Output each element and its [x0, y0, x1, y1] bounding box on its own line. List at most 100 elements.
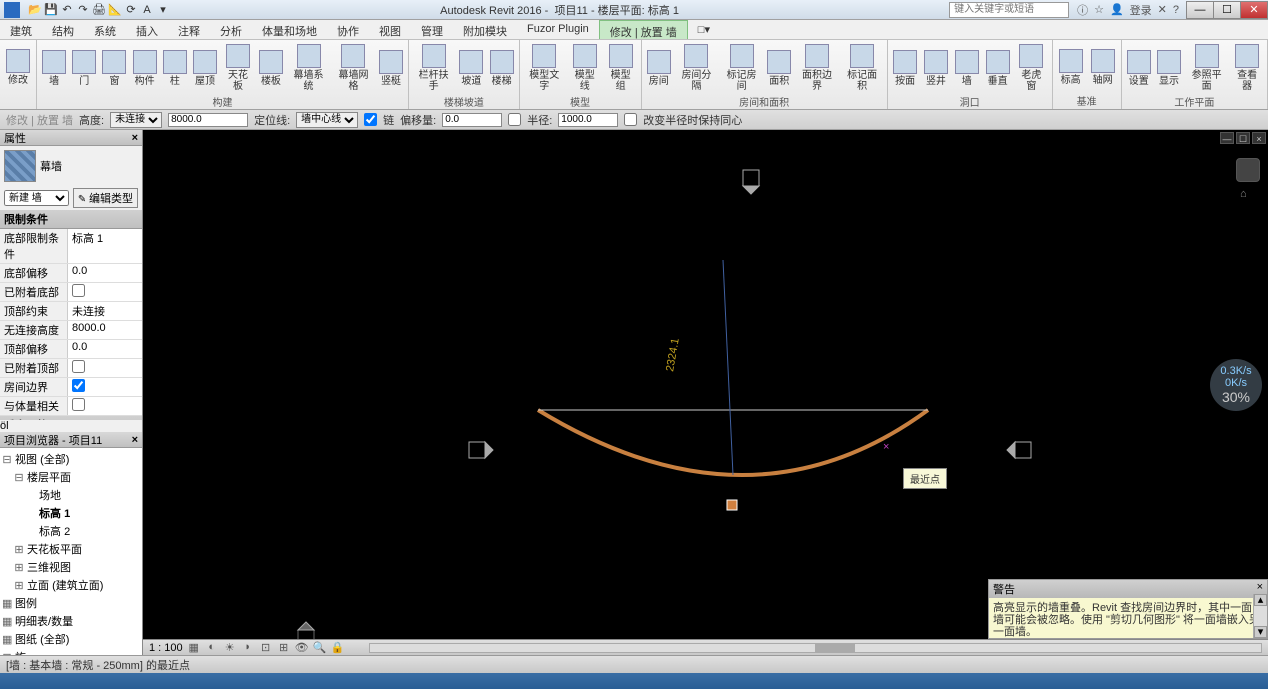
tree-node[interactable]: 标高 1 [2, 504, 140, 522]
ribbon-button[interactable]: 面积 [766, 48, 792, 89]
property-group[interactable]: 限制条件 [0, 210, 142, 229]
ribbon-button[interactable]: 按面 [892, 48, 919, 89]
user-icon[interactable]: 👤 [1110, 3, 1124, 16]
warning-scroll-up[interactable]: ▴ [1254, 594, 1267, 606]
tree-node[interactable]: 场地 [2, 486, 140, 504]
warning-scroll-down[interactable]: ▾ [1254, 626, 1267, 638]
ribbon-button[interactable]: 天花板 [222, 42, 254, 94]
tree-node[interactable]: ⊞ 天花板平面 [2, 540, 140, 558]
ribbon-button[interactable]: 楼板 [258, 48, 284, 89]
maximize-button[interactable]: ☐ [1213, 1, 1241, 19]
ribbon-tab[interactable]: 附加模块 [453, 20, 517, 39]
qat-redo-icon[interactable]: ↷ [76, 3, 90, 17]
ribbon-tab[interactable]: 协作 [327, 20, 369, 39]
view-maximize-button[interactable]: ☐ [1236, 132, 1250, 144]
crop-icon[interactable]: ⊡ [259, 641, 273, 655]
radius-input[interactable] [558, 113, 618, 127]
hide-icon[interactable]: 👁 [295, 641, 309, 655]
netspeed-widget[interactable]: 0.3K/s 0K/s 30% [1210, 359, 1262, 411]
edit-type-button[interactable]: ✎ 编辑类型 [73, 188, 138, 208]
tree-node[interactable]: ▦ 明细表/数量 [2, 612, 140, 630]
detail-level-icon[interactable]: ▦ [187, 641, 201, 655]
tree-node[interactable]: ⊟ 视图 (全部) [2, 450, 140, 468]
properties-close-icon[interactable]: × [132, 132, 138, 144]
tree-expander-icon[interactable]: ▦ [2, 615, 12, 628]
sun-path-icon[interactable]: ☀ [223, 641, 237, 655]
offset-input[interactable] [442, 113, 502, 127]
horizontal-scrollbar[interactable] [369, 643, 1262, 653]
reveal-icon[interactable]: 🔍 [313, 641, 327, 655]
height-value-input[interactable] [168, 113, 248, 127]
property-value[interactable]: 0.0 [68, 264, 142, 282]
tree-expander-icon[interactable]: ⊞ [14, 561, 24, 574]
ribbon-tab[interactable]: 分析 [210, 20, 252, 39]
property-value[interactable] [68, 397, 142, 415]
windows-taskbar[interactable] [0, 673, 1268, 689]
ribbon-button[interactable]: 模型组 [605, 42, 637, 94]
qat-open-icon[interactable]: 📂 [28, 3, 42, 17]
property-group[interactable]: 垂直网格 [0, 416, 142, 420]
qat-print-icon[interactable]: 🖨 [92, 3, 106, 17]
ribbon-tab[interactable]: Fuzor Plugin [517, 20, 599, 39]
browser-close-icon[interactable]: × [132, 434, 138, 446]
property-value[interactable] [68, 378, 142, 396]
ribbon-button[interactable]: 幕墙系统 [288, 42, 329, 94]
lock-icon[interactable]: 🔒 [331, 641, 345, 655]
ribbon-button[interactable]: 房间 [646, 48, 672, 89]
ribbon-tab[interactable]: 管理 [411, 20, 453, 39]
ribbon-button[interactable]: 构件 [132, 48, 158, 89]
help-icon[interactable]: ? [1173, 4, 1179, 16]
concentric-checkbox[interactable] [624, 113, 637, 126]
ribbon-button[interactable]: 设置 [1126, 48, 1152, 89]
ribbon-button[interactable]: 垂直 [984, 48, 1011, 89]
tree-expander-icon[interactable]: ⊞ [14, 579, 24, 592]
ribbon-button[interactable]: 竖梃 [378, 48, 404, 89]
ribbon-button[interactable]: 房间分隔 [676, 42, 717, 94]
tree-node[interactable]: ⊞ 族 [2, 648, 140, 655]
close-button[interactable]: ✕ [1240, 1, 1268, 19]
scale-label[interactable]: 1 : 100 [149, 642, 183, 654]
ribbon-button[interactable]: 模型文字 [524, 42, 565, 94]
tree-node[interactable]: ▦ 图纸 (全部) [2, 630, 140, 648]
ribbon-button[interactable]: 柱 [162, 48, 188, 89]
login-link[interactable]: 登录 [1130, 2, 1152, 18]
ribbon-tab-extra[interactable]: □▾ [688, 20, 720, 39]
ribbon-button[interactable]: 修改 [4, 47, 32, 88]
tree-node[interactable]: ⊞ 立面 (建筑立面) [2, 576, 140, 594]
ribbon-tab[interactable]: 修改 | 放置 墙 [599, 20, 688, 39]
height-constraint-select[interactable]: 未连接 [110, 112, 162, 128]
star-icon[interactable]: ☆ [1094, 3, 1104, 16]
property-value[interactable]: 0.0 [68, 340, 142, 358]
type-selector[interactable]: 新建 墙 [4, 190, 69, 206]
tree-expander-icon[interactable]: ▦ [2, 597, 12, 610]
shadows-icon[interactable]: ◗ [241, 641, 255, 655]
view-minimize-button[interactable]: — [1220, 132, 1234, 144]
ribbon-button[interactable]: 窗 [101, 48, 127, 89]
ribbon-button[interactable]: 标记房间 [721, 42, 762, 94]
qat-text-icon[interactable]: A [140, 3, 154, 17]
crop-region-icon[interactable]: ⊞ [277, 641, 291, 655]
tree-expander-icon[interactable]: ⊞ [14, 543, 24, 556]
ribbon-tab[interactable]: 系统 [84, 20, 126, 39]
ribbon-button[interactable]: 老虎窗 [1015, 42, 1048, 94]
ribbon-tab[interactable]: 体量和场地 [252, 20, 327, 39]
tree-expander-icon[interactable]: ⊟ [2, 453, 12, 466]
chain-checkbox[interactable] [364, 113, 377, 126]
ribbon-button[interactable]: 墙 [953, 48, 980, 89]
ribbon-button[interactable]: 栏杆扶手 [413, 42, 454, 94]
ribbon-button[interactable]: 楼梯 [488, 48, 514, 89]
ribbon-tab[interactable]: 视图 [369, 20, 411, 39]
qat-undo-icon[interactable]: ↶ [60, 3, 74, 17]
ribbon-button[interactable]: 幕墙网格 [333, 42, 374, 94]
ribbon-tab[interactable]: 结构 [42, 20, 84, 39]
ribbon-button[interactable]: 参照平面 [1186, 42, 1227, 94]
exchange-icon[interactable]: ✕ [1158, 3, 1167, 16]
ribbon-button[interactable]: 显示 [1156, 48, 1182, 89]
visual-style-icon[interactable]: ◐ [205, 641, 219, 655]
ribbon-button[interactable]: 标高 [1057, 47, 1085, 88]
tree-node[interactable]: 标高 2 [2, 522, 140, 540]
ribbon-button[interactable]: 标记面积 [842, 42, 883, 94]
ribbon-tab[interactable]: 插入 [126, 20, 168, 39]
view-close-button[interactable]: × [1252, 132, 1266, 144]
ribbon-button[interactable]: 门 [71, 48, 97, 89]
